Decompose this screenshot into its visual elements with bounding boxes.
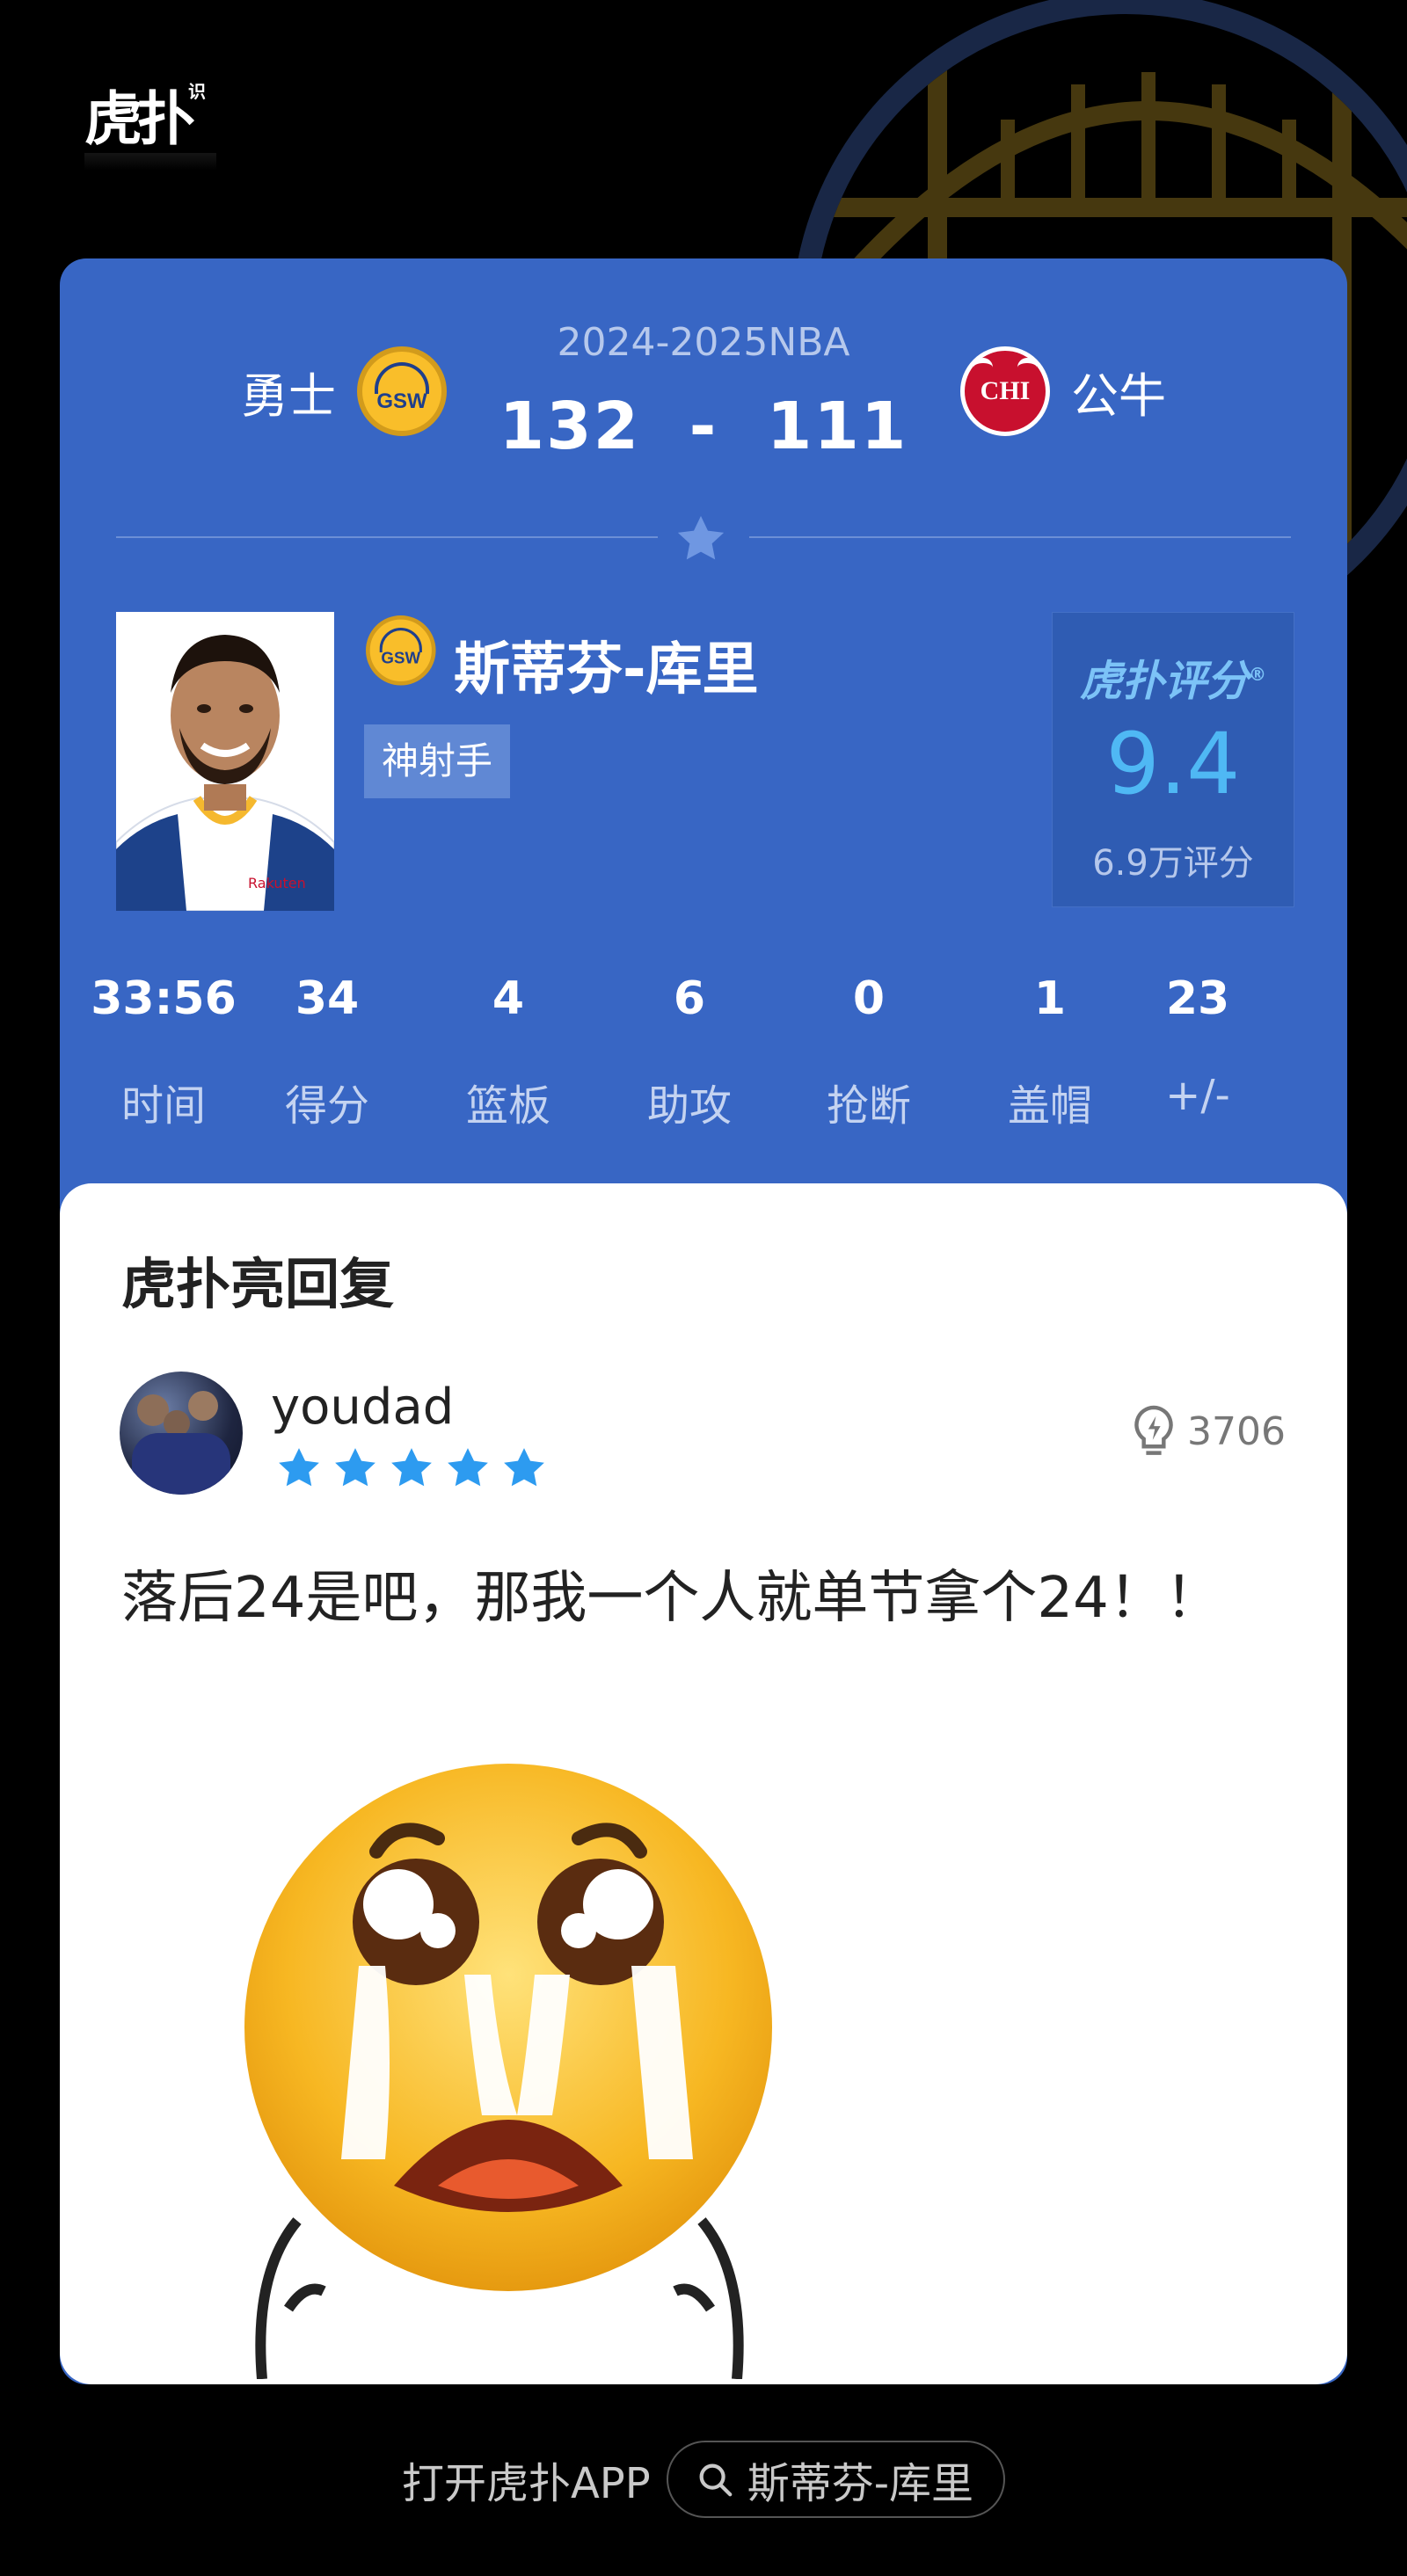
gsw-logo-icon: GSW: [366, 615, 436, 686]
star-icon: [448, 1448, 488, 1487]
footer-bar: 打开虎扑APP 斯蒂芬-库里: [0, 2441, 1407, 2518]
hupu-rating-box[interactable]: 虎扑评分® 9.4 6.9万评分: [1052, 612, 1294, 907]
away-team-name: 公牛: [1071, 367, 1166, 424]
chi-logo-icon: CHI: [960, 346, 1050, 436]
rating-score: 9.4: [1105, 715, 1241, 813]
away-team[interactable]: CHI 公牛: [960, 346, 1166, 436]
star-icon: [504, 1448, 544, 1487]
star-icon: [677, 515, 725, 560]
reply-text: 落后24是吧，那我一个人就单节拿个24！！: [121, 1566, 1221, 1631]
svg-text:Rakuten: Rakuten: [248, 875, 306, 891]
user-rating-stars: [274, 1444, 549, 1493]
rating-brand: 虎扑评分®: [1079, 657, 1266, 706]
search-icon: [699, 2463, 733, 2497]
stat-plus-minus: 23 +/-: [1165, 972, 1230, 1120]
open-app-link[interactable]: 打开虎扑APP: [402, 2449, 651, 2510]
stat-assists: 6 助攻: [646, 972, 732, 1131]
stat-time: 33:56 时间: [91, 972, 237, 1131]
crying-emoji-image: [244, 1764, 772, 2379]
divider-left: [116, 536, 658, 538]
stat-steals: 0 抢断: [826, 972, 911, 1131]
stat-points: 34 得分: [284, 972, 369, 1131]
light-count[interactable]: 3706: [1127, 1403, 1286, 1459]
avatar[interactable]: [120, 1372, 243, 1495]
stat-rebounds: 4 篮板: [465, 972, 550, 1131]
player-name[interactable]: 斯蒂芬-库里: [454, 624, 759, 705]
player-tag[interactable]: 神射手: [364, 724, 511, 798]
star-icon: [391, 1448, 432, 1487]
highlight-reply-card: 虎扑亮回复 youdad 3706 落后24是吧，那我一个人就单节拿个24！！: [60, 1183, 1347, 2384]
divider-right: [749, 536, 1291, 538]
star-icon: [279, 1448, 319, 1487]
player-team-logo: GSW: [366, 615, 436, 686]
username[interactable]: youdad: [271, 1379, 454, 1436]
lightbulb-icon: [1134, 1405, 1173, 1455]
search-pill[interactable]: 斯蒂芬-库里: [666, 2441, 1006, 2518]
player-photo[interactable]: Rakuten: [116, 612, 334, 911]
hupu-logo: 虎扑 识: [84, 72, 216, 178]
star-icon: [335, 1448, 375, 1487]
search-text: 斯蒂芬-库里: [747, 2459, 974, 2508]
rating-count: 6.9万评分: [1092, 843, 1254, 884]
section-title: 虎扑亮回复: [121, 1252, 395, 1316]
